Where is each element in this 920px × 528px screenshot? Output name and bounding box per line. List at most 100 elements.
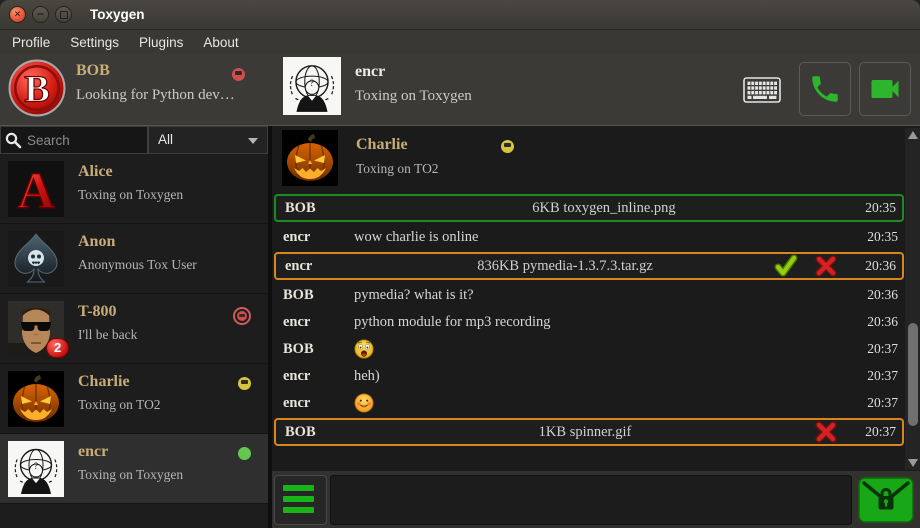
message-input[interactable] (330, 475, 852, 525)
videocam-icon (867, 71, 903, 107)
scroll-down-icon[interactable] (908, 459, 918, 467)
message-list: BOB 6KB toxygen_inline.png 20:35 encr wo… (274, 192, 904, 470)
contact-status-message: Toxing on Toxygen (78, 187, 183, 203)
message-row: encr heh) 20:37 (274, 363, 904, 389)
file-transfer-actions (814, 420, 838, 444)
file-transfer-label: 836KB pymedia-1.3.7.3.tar.gz (356, 258, 774, 275)
message-time: 20:37 (854, 341, 904, 357)
audio-call-button[interactable] (799, 62, 851, 116)
svg-text:B: B (24, 68, 50, 110)
message-row: encr python module for mp3 recording 20:… (274, 309, 904, 335)
menu-item-about[interactable]: About (203, 35, 238, 50)
contact-list: A Alice Toxing on Toxygen Anon Anonymous… (0, 154, 268, 504)
composer-bar (272, 470, 920, 528)
message-time: 20:37 (854, 395, 904, 411)
contact-row-anon[interactable]: Anon Anonymous Tox User (0, 224, 268, 294)
contact-name: Anon (78, 233, 115, 251)
message-content: python module for mp3 recording (354, 314, 854, 331)
contact-status-icon (238, 377, 251, 395)
accept-check-icon (774, 254, 798, 278)
message-time: 20:37 (852, 424, 902, 440)
maximize-icon[interactable] (55, 6, 72, 23)
self-name: BOB (76, 62, 110, 80)
message-sender: encr (274, 314, 354, 331)
contact-row-charlie[interactable]: Charlie Toxing on TO2 (0, 364, 268, 434)
chat-banner-charlie[interactable]: Charlie Toxing on TO2 (272, 126, 920, 190)
contact-row-alice[interactable]: A Alice Toxing on Toxygen (0, 154, 268, 224)
message-time: 20:36 (852, 258, 902, 274)
search-box (0, 126, 148, 154)
contact-avatar (8, 231, 64, 287)
menu-item-profile[interactable]: Profile (12, 35, 50, 50)
message-time: 20:36 (854, 314, 904, 330)
accept-file-button[interactable] (774, 254, 798, 278)
contact-filter-dropdown[interactable]: All (148, 126, 268, 154)
cancel-file-button[interactable] (814, 254, 838, 278)
contact-status-icon (238, 447, 251, 465)
contact-status-message: I'll be back (78, 327, 137, 343)
cancel-file-button[interactable] (814, 420, 838, 444)
message-sender: BOB (274, 341, 354, 358)
sidebar: All A Alice Toxing on Toxygen Anon Anony… (0, 126, 268, 528)
menu-item-settings[interactable]: Settings (70, 35, 119, 50)
message-sender: encr (274, 368, 354, 385)
message-content: wow charlie is online (354, 229, 854, 246)
svg-text:?: ? (310, 79, 314, 89)
dropdown-caret-icon (248, 138, 258, 144)
message-row: BOB pymedia? what is it? 20:36 (274, 282, 904, 308)
self-status-icon (232, 68, 245, 86)
smiling-face-emoji (354, 393, 374, 413)
away-status-icon (501, 140, 514, 153)
contact-status-message: Anonymous Tox User (78, 257, 197, 273)
header: B BOB Looking for Python dev… ? encr Tox… (0, 54, 920, 126)
self-status-message: Looking for Python dev… (76, 87, 235, 104)
contact-status-icon (233, 307, 251, 326)
search-row: All (0, 126, 268, 154)
banner-status-icon (501, 140, 514, 158)
contact-name: T-800 (78, 303, 117, 321)
contact-avatar: ? (8, 441, 64, 497)
send-button[interactable] (858, 477, 914, 523)
chat-partner-status-message: Toxing on Toxygen (355, 88, 472, 105)
hamburger-menu-icon (283, 485, 314, 491)
chat-partner-name: encr (355, 63, 385, 81)
message-sender: encr (274, 395, 354, 412)
cancel-x-icon (814, 254, 838, 278)
contact-status-message: Toxing on Toxygen (78, 467, 183, 483)
keyboard-icon[interactable] (743, 77, 781, 103)
message-content (354, 337, 854, 361)
contact-row-t-800[interactable]: T-800 I'll be back 2 (0, 294, 268, 364)
file-transfer-label: 1KB spinner.gif (356, 424, 814, 441)
chat-partner-avatar: ? (283, 57, 341, 115)
close-icon[interactable] (9, 6, 26, 23)
self-avatar[interactable]: B (8, 59, 66, 117)
titlebar: Toxygen (0, 0, 920, 30)
contact-name: Alice (78, 163, 113, 181)
search-input[interactable] (25, 128, 143, 152)
unread-badge: 2 (46, 338, 69, 358)
message-row: encr 836KB pymedia-1.3.7.3.tar.gz 20:36 (274, 252, 904, 280)
message-sender: encr (274, 229, 354, 246)
banner-name: Charlie (356, 136, 408, 154)
message-sender: encr (276, 258, 356, 275)
scrollbar-thumb[interactable] (908, 323, 918, 426)
message-content: heh) (354, 368, 854, 385)
toxygen-window: Toxygen Profile Settings Plugins About B BO… (0, 0, 920, 528)
attachments-menu-button[interactable] (274, 475, 327, 525)
chat-scrollbar[interactable] (905, 128, 920, 470)
message-row: BOB 6KB toxygen_inline.png 20:35 (274, 194, 904, 222)
scroll-up-icon[interactable] (908, 131, 918, 139)
message-content: pymedia? what is it? (354, 287, 854, 304)
message-time: 20:35 (852, 200, 902, 216)
message-row: BOB 1KB spinner.gif 20:37 (274, 418, 904, 446)
message-row: encr wow charlie is online 20:35 (274, 224, 904, 250)
contact-row-encr[interactable]: ? encr Toxing on Toxygen (0, 434, 268, 504)
message-time: 20:35 (854, 229, 904, 245)
busy-status-icon (232, 68, 245, 81)
message-content (354, 391, 854, 415)
video-call-button[interactable] (859, 62, 911, 116)
menubar: Profile Settings Plugins About (0, 30, 920, 54)
menu-item-plugins[interactable]: Plugins (139, 35, 183, 50)
minimize-icon[interactable] (32, 6, 49, 23)
window-controls (9, 6, 72, 23)
